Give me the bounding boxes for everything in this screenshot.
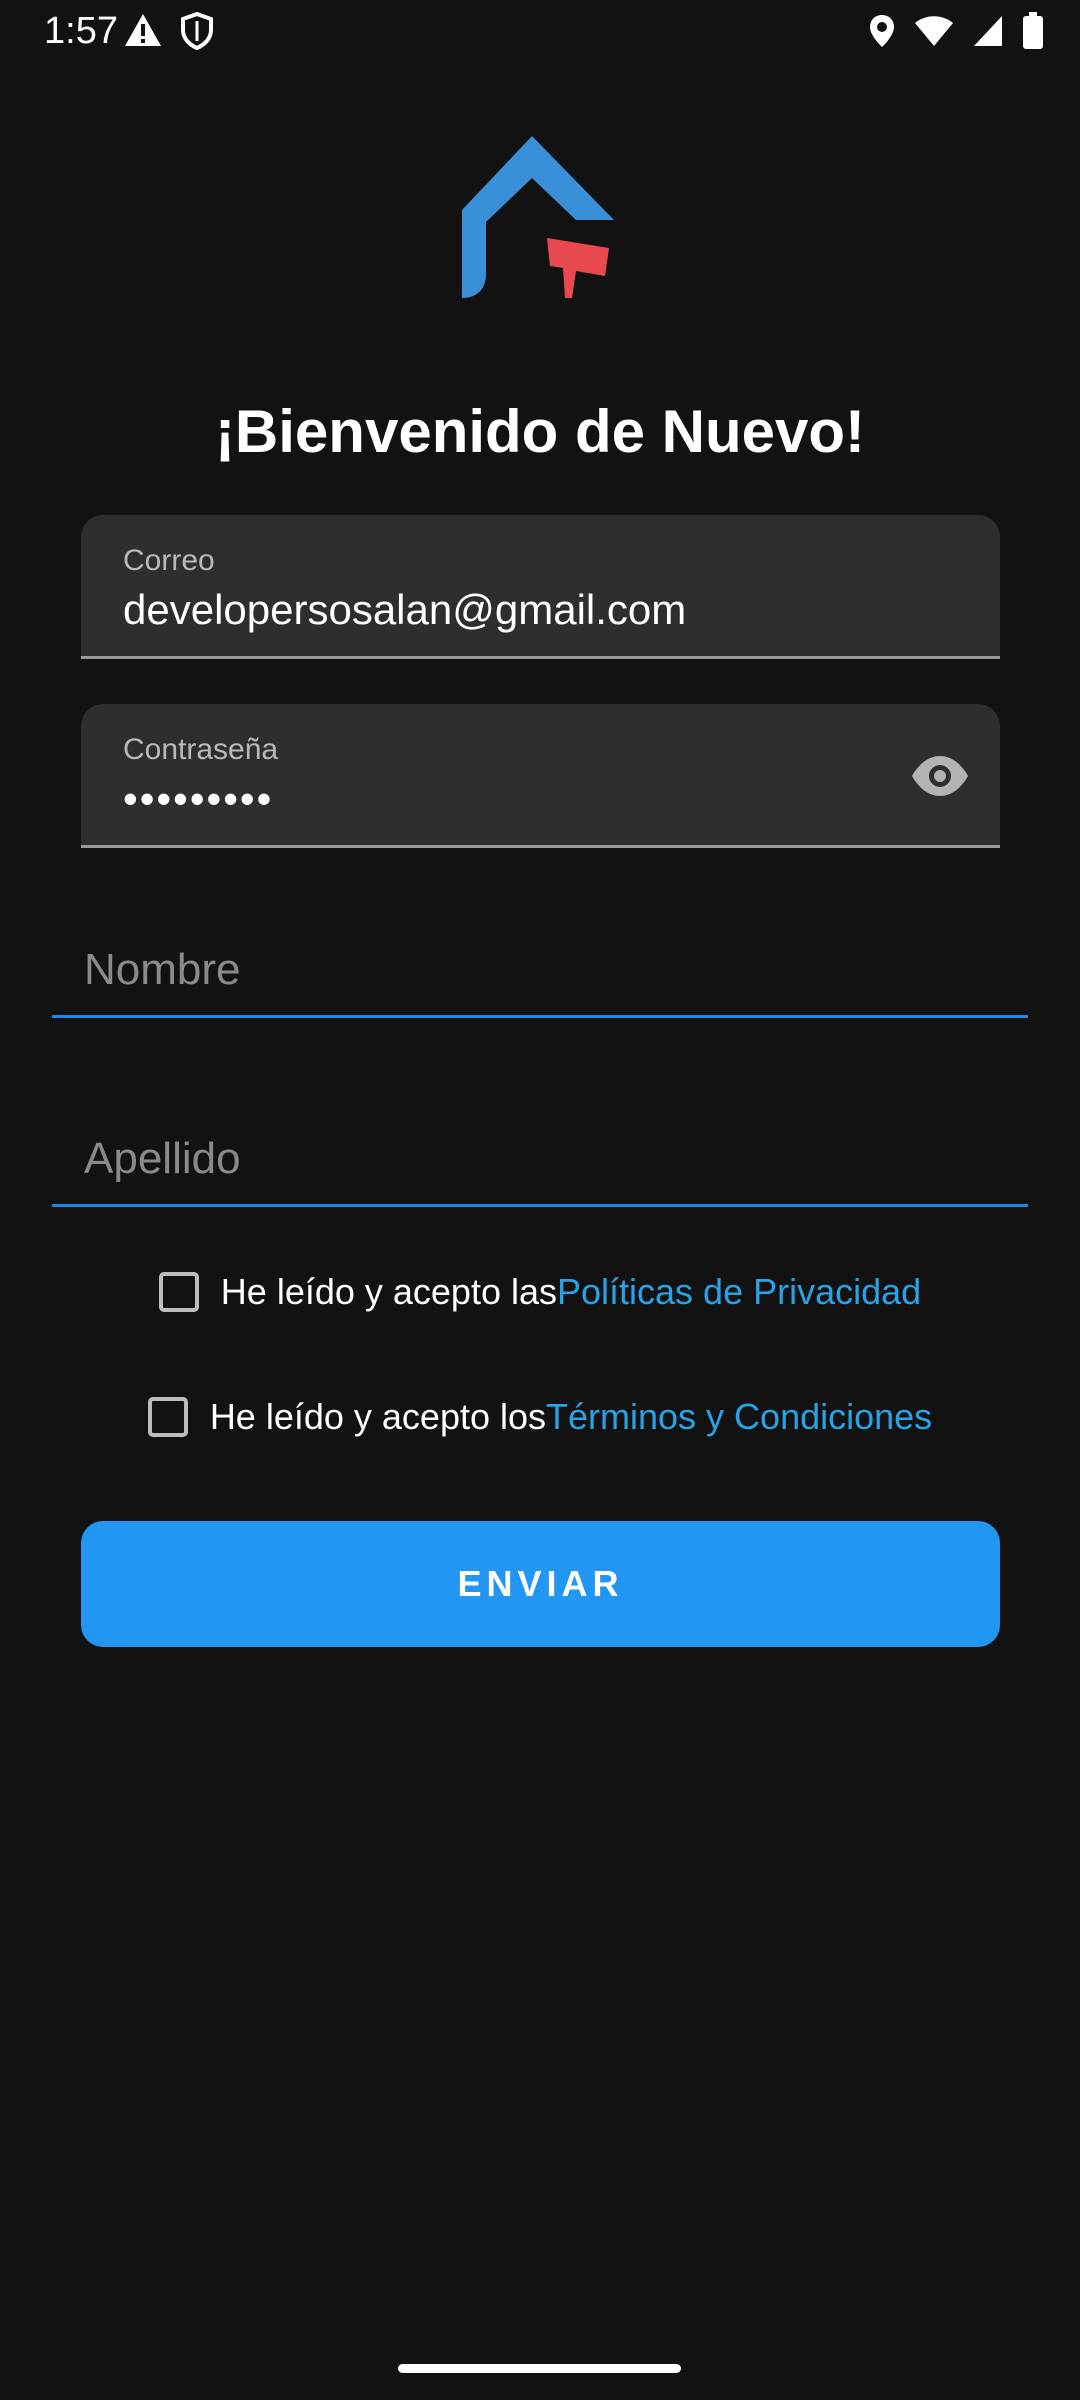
privacy-text: He leído y acepto las [220, 1271, 557, 1312]
status-bar: 1:57 [0, 0, 1080, 64]
first-name-placeholder: Nombre [84, 945, 241, 994]
privacy-checkbox[interactable] [158, 1272, 199, 1312]
battery-icon [1023, 12, 1043, 49]
terms-conditions-link[interactable]: Términos y Condiciones [546, 1396, 932, 1438]
terms-checkbox[interactable] [147, 1397, 188, 1437]
terms-text: He leído y acepto los [209, 1396, 547, 1437]
wifi-icon [915, 16, 953, 46]
privacy-policy-link[interactable]: Políticas de Privacidad [557, 1271, 921, 1313]
signal-icon [974, 16, 1002, 46]
password-field-value[interactable]: ••••••••• [123, 774, 273, 824]
email-field[interactable]: Correo developersosalan@gmail.com [81, 515, 1000, 659]
welcome-title: ¡Bienvenido de Nuevo! [214, 398, 866, 465]
status-left-icons [124, 12, 214, 50]
terms-checkbox-row[interactable]: He leído y acepto los Términos y Condici… [0, 1387, 1080, 1447]
last-name-input[interactable]: Apellido [52, 1107, 1028, 1207]
navigation-handle[interactable] [398, 2364, 681, 2373]
email-field-value[interactable]: developersosalan@gmail.com [123, 585, 686, 635]
last-name-placeholder: Apellido [84, 1134, 241, 1183]
first-name-input[interactable]: Nombre [52, 918, 1028, 1018]
location-icon [870, 15, 894, 47]
password-field[interactable]: Contraseña ••••••••• [81, 704, 1000, 848]
shield-icon [181, 12, 213, 50]
password-field-label: Contraseña [123, 733, 279, 766]
eye-icon[interactable] [910, 754, 970, 798]
privacy-checkbox-row[interactable]: He leído y acepto las Políticas de Priva… [0, 1262, 1080, 1322]
house-mailbox-logo [462, 136, 614, 298]
submit-button[interactable]: ENVIAR [81, 1521, 1000, 1647]
alert-icon [125, 14, 161, 46]
email-field-label: Correo [123, 544, 215, 577]
status-right-icons [868, 12, 1044, 50]
status-time: 1:57 [44, 10, 118, 52]
